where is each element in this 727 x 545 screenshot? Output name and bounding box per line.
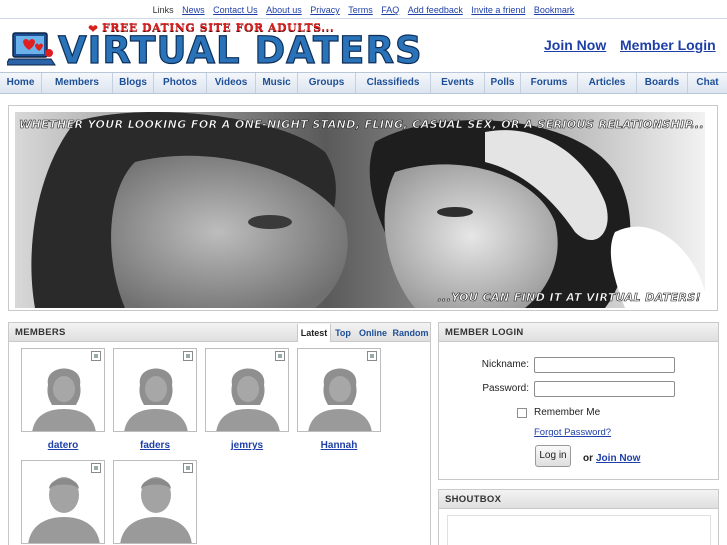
member-avatar[interactable]: [21, 348, 105, 432]
nav-music[interactable]: Music: [256, 73, 298, 93]
zoom-icon[interactable]: [91, 351, 101, 361]
member-avatar[interactable]: [113, 348, 197, 432]
password-label: Password:: [482, 383, 529, 394]
forgot-password-link[interactable]: Forgot Password?: [534, 427, 611, 438]
member-name[interactable]: faders: [113, 440, 197, 451]
top-link-invite[interactable]: Invite a friend: [471, 5, 525, 15]
shoutbox-panel: SHOUTBOX: [438, 489, 719, 545]
top-links-bar: Links News Contact Us About us Privacy T…: [0, 4, 727, 16]
member-name[interactable]: datero: [21, 440, 105, 451]
nav-members[interactable]: Members: [42, 73, 113, 93]
hero-top-caption: WHETHER YOUR LOOKING FOR A ONE-NIGHT STA…: [19, 118, 705, 132]
nav-polls[interactable]: Polls: [485, 73, 521, 93]
member-name[interactable]: jemrys: [205, 440, 289, 451]
nav-videos[interactable]: Videos: [207, 73, 256, 93]
nickname-label: Nickname:: [481, 359, 529, 370]
nav-groups[interactable]: Groups: [298, 73, 356, 93]
login-panel-title: MEMBER LOGIN: [445, 327, 524, 338]
nav-forums[interactable]: Forums: [521, 73, 578, 93]
top-link-links[interactable]: Links: [153, 5, 174, 15]
female-silhouette-icon: [216, 368, 280, 431]
nav-home[interactable]: Home: [0, 73, 42, 93]
member-avatar[interactable]: [113, 460, 197, 544]
top-link-bookmark[interactable]: Bookmark: [534, 5, 575, 15]
nav-articles[interactable]: Articles: [578, 73, 637, 93]
hero-banner[interactable]: WHETHER YOUR LOOKING FOR A ONE-NIGHT STA…: [15, 112, 705, 308]
members-panel: MEMBERS Latest Top Online Random datero: [8, 322, 431, 545]
female-silhouette-icon: [308, 368, 372, 431]
nav-boards[interactable]: Boards: [637, 73, 688, 93]
laptop-hearts-logo[interactable]: [7, 27, 57, 71]
member-login-panel: MEMBER LOGIN Nickname: Password: Remembe…: [438, 322, 719, 480]
male-silhouette-icon: [28, 477, 100, 543]
tab-latest[interactable]: Latest: [297, 324, 331, 342]
site-brand[interactable]: VIRTUAL DATERS: [57, 30, 423, 71]
tab-top[interactable]: Top: [331, 324, 355, 342]
top-link-privacy[interactable]: Privacy: [310, 5, 340, 15]
nav-classifieds[interactable]: Classifieds: [356, 73, 431, 93]
member-avatar[interactable]: [205, 348, 289, 432]
member-name[interactable]: Hannah: [297, 440, 381, 451]
nav-photos[interactable]: Photos: [154, 73, 207, 93]
top-link-about[interactable]: About us: [266, 5, 302, 15]
top-link-contact[interactable]: Contact Us: [213, 5, 258, 15]
shoutbox-header: SHOUTBOX: [439, 490, 718, 509]
zoom-icon[interactable]: [91, 463, 101, 473]
nickname-field[interactable]: [534, 357, 675, 373]
member-avatar[interactable]: [21, 460, 105, 544]
top-link-feedback[interactable]: Add feedback: [408, 5, 463, 15]
main-nav: Home Members Blogs Photos Videos Music G…: [0, 72, 727, 94]
site-header: ❤ FREE DATING SITE FOR ADULTS... VIRTUAL…: [0, 19, 727, 71]
header-join-now-link[interactable]: Join Now: [544, 37, 606, 53]
top-link-terms[interactable]: Terms: [348, 5, 373, 15]
male-silhouette-icon: [120, 477, 192, 543]
zoom-icon[interactable]: [275, 351, 285, 361]
login-panel-header: MEMBER LOGIN: [439, 323, 718, 342]
zoom-icon[interactable]: [183, 463, 193, 473]
female-silhouette-icon: [124, 368, 188, 431]
remember-me-label[interactable]: Remember Me: [534, 407, 600, 418]
nav-blogs[interactable]: Blogs: [113, 73, 154, 93]
shoutbox-title: SHOUTBOX: [445, 494, 502, 505]
zoom-icon[interactable]: [367, 351, 377, 361]
members-panel-title: MEMBERS: [15, 327, 66, 338]
female-silhouette-icon: [32, 368, 96, 431]
login-button[interactable]: Log in: [535, 445, 571, 467]
or-text: or: [583, 453, 593, 464]
nav-chat[interactable]: Chat: [688, 73, 727, 93]
nav-events[interactable]: Events: [431, 73, 485, 93]
couple-photo: [15, 112, 705, 308]
page: Links News Contact Us About us Privacy T…: [0, 0, 727, 545]
members-panel-header: MEMBERS Latest Top Online Random: [9, 323, 430, 342]
tab-online[interactable]: Online: [355, 324, 391, 342]
zoom-icon[interactable]: [183, 351, 193, 361]
top-link-news[interactable]: News: [182, 5, 205, 15]
hero-bottom-caption: ...YOU CAN FIND IT AT VIRTUAL DATERS!: [437, 291, 701, 305]
remember-me-checkbox[interactable]: [517, 408, 527, 418]
header-member-login-link[interactable]: Member Login: [620, 37, 716, 53]
login-join-now-link[interactable]: Join Now: [596, 453, 640, 464]
member-avatar[interactable]: [297, 348, 381, 432]
tab-random[interactable]: Random: [391, 324, 430, 342]
shoutbox-messages[interactable]: [447, 515, 711, 545]
top-link-faq[interactable]: FAQ: [381, 5, 399, 15]
password-field[interactable]: [534, 381, 675, 397]
